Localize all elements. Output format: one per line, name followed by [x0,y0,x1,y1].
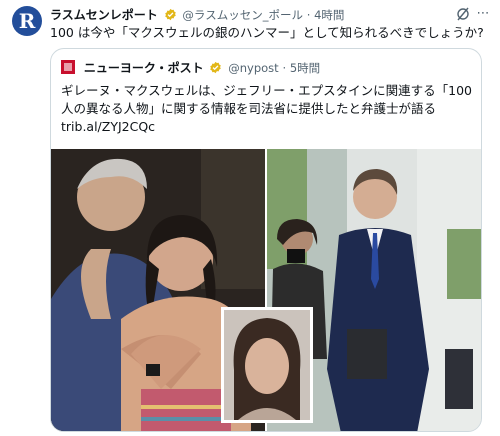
quoted-link[interactable]: trib.al/ZYJ2CQc [61,118,155,136]
verified-badge-icon [210,61,222,74]
quoted-timestamp[interactable]: · 5時間 [283,61,321,75]
quoted-display-name[interactable]: ニューヨーク・ポスト [84,61,204,75]
more-icon[interactable]: ⋯ [476,6,490,22]
avatar-letter: R [18,9,36,33]
tweet-header: ラスムセンレポート @ラスムッセン_ポール · 4時間 [50,7,460,23]
quoted-text: ギレーヌ・マクスウェルは、ジェフリー・エプスタインに関連する「100人の異なる人… [61,83,472,116]
quoted-tweet[interactable]: ニューヨーク・ポスト @nypost · 5時間 ギレーヌ・マクスウェルは、ジェ… [50,48,482,432]
verified-badge-icon [164,8,176,21]
photo-inset-portrait[interactable] [221,307,313,423]
avatar[interactable]: R [12,6,42,36]
tweet-text: 100 は今や「マクスウェルの銀のハンマー」として知られるべきでしょうか? [50,25,484,40]
handle[interactable]: @ラスムッセン_ポール [182,8,303,22]
quoted-handle[interactable]: @nypost [228,61,278,75]
grok-icon[interactable] [456,6,470,22]
photo-inset-graphic [224,310,310,420]
nypost-logo-icon [61,60,75,74]
quoted-header: ニューヨーク・ポスト @nypost · 5時間 [61,59,320,77]
display-name[interactable]: ラスムセンレポート [50,8,158,22]
tweet-actions-top: ⋯ [456,6,490,22]
timestamp[interactable]: · 4時間 [307,8,345,22]
